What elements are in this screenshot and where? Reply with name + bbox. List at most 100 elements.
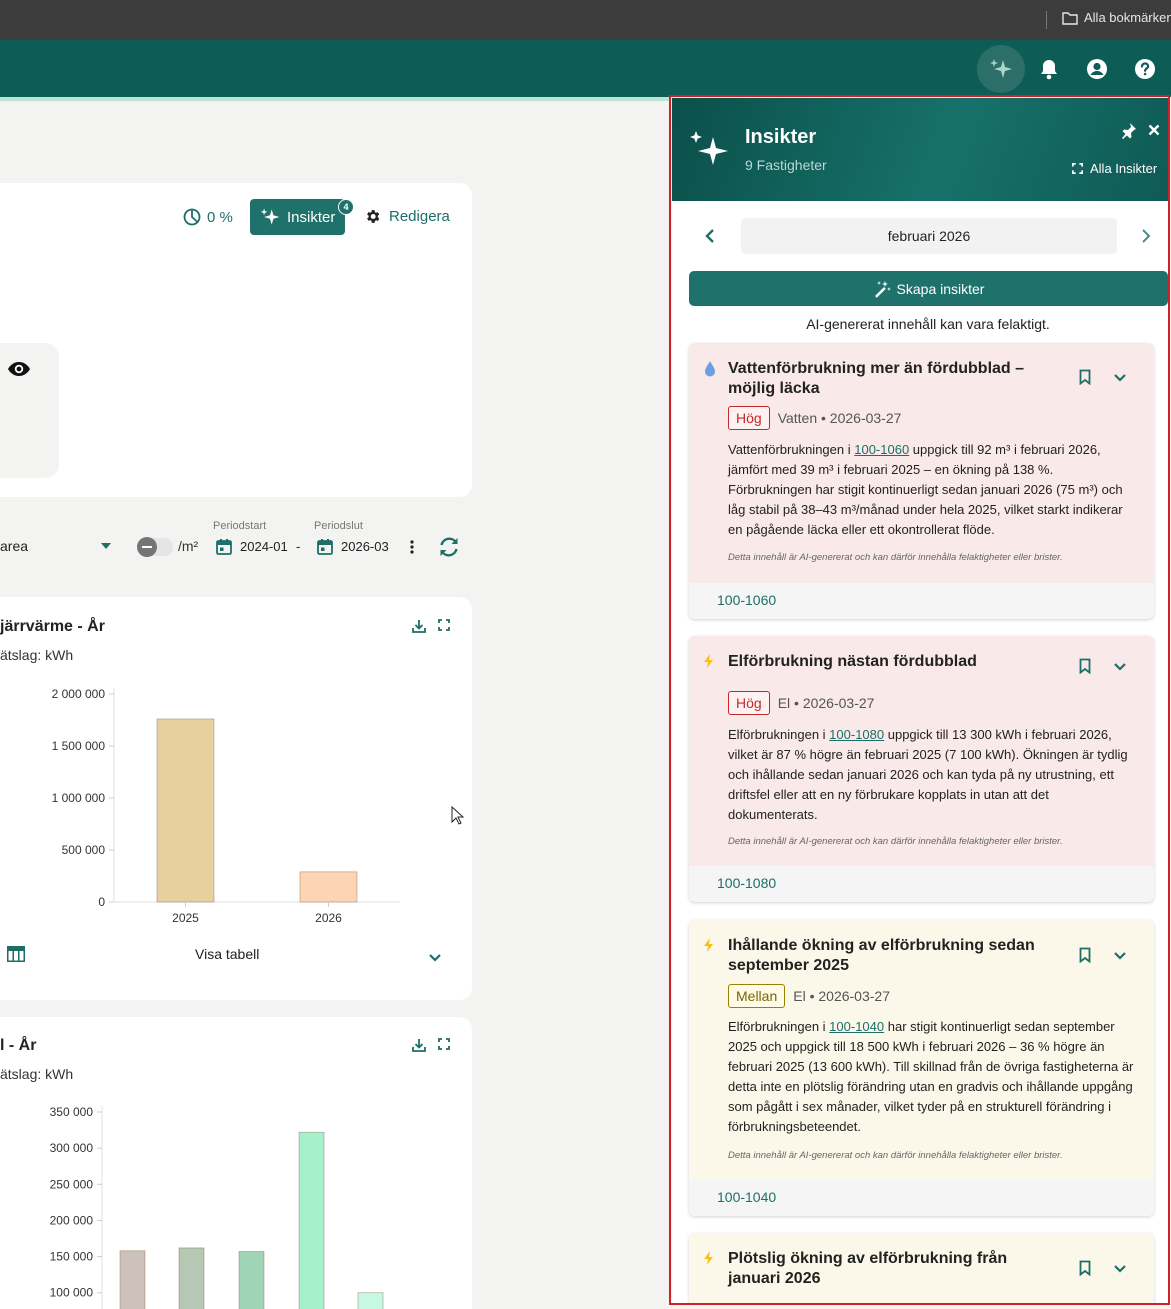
refresh-icon bbox=[440, 537, 458, 557]
y-tick-label: 200 000 bbox=[50, 1213, 94, 1227]
fullscreen-icon[interactable] bbox=[437, 1037, 451, 1051]
help-icon bbox=[1135, 59, 1155, 79]
electricity-bar-chart: 350 000 300 000 250 000 200 000 150 000 100 0… bbox=[50, 1105, 384, 1309]
insights-panel-header: Insikter 9 Fastigheter Alla Insikter bbox=[672, 98, 1168, 201]
mouse-cursor-icon bbox=[451, 806, 465, 825]
next-month-button[interactable] bbox=[1140, 228, 1152, 249]
notifications-button[interactable] bbox=[1025, 45, 1073, 93]
property-link[interactable]: 100-1040 bbox=[829, 1019, 884, 1034]
chevron-down-icon[interactable] bbox=[1113, 662, 1127, 672]
create-insights-button[interactable]: Skapa insikter bbox=[689, 271, 1168, 306]
ai-disclaimer: Detta innehåll är AI-genererat och kan d… bbox=[728, 836, 1063, 847]
insight-category-date: El • 2026-03-27 bbox=[777, 695, 875, 711]
bookmark-icon[interactable] bbox=[1079, 1260, 1091, 1276]
y-tick-label: 1 000 000 bbox=[52, 791, 106, 805]
property-link[interactable]: 100-1080 bbox=[829, 727, 884, 742]
more-vert-icon bbox=[410, 540, 414, 554]
chevron-down-icon[interactable] bbox=[1113, 373, 1127, 383]
bar[interactable] bbox=[299, 871, 358, 903]
insights-count-badge: 4 bbox=[338, 199, 354, 215]
magic-wand-icon bbox=[874, 280, 891, 298]
all-insights-button[interactable]: Alla Insikter bbox=[1071, 161, 1157, 176]
all-insights-label: Alla Insikter bbox=[1090, 161, 1158, 176]
property-link[interactable]: 100-1060 bbox=[854, 442, 909, 457]
ai-disclaimer: Detta innehåll är AI-genererat och kan d… bbox=[728, 552, 1063, 563]
progress-indicator[interactable]: 0 % bbox=[183, 208, 233, 226]
show-table-toggle[interactable]: Visa tabell bbox=[195, 946, 259, 962]
x-tick-label: 2025 bbox=[172, 911, 199, 925]
y-tick-label: 0 bbox=[98, 895, 105, 909]
insights-toggle-button[interactable] bbox=[977, 45, 1025, 93]
insight-card[interactable]: Ihållande ökning av elförbrukning sedan … bbox=[689, 920, 1154, 1216]
insight-meta: Hög Vatten • 2026-03-27 bbox=[728, 406, 901, 430]
eye-icon bbox=[8, 362, 30, 376]
bar[interactable] bbox=[238, 1251, 265, 1309]
bookmark-icon[interactable] bbox=[1079, 947, 1091, 963]
download-icon[interactable] bbox=[411, 618, 427, 634]
insight-title: Elförbrukning nästan fördubblad bbox=[728, 653, 977, 670]
period-start-value: 2024-01 bbox=[240, 539, 288, 554]
more-options-button[interactable] bbox=[410, 540, 414, 559]
insight-description: Elförbrukningen i 100-1040 har stigit ko… bbox=[728, 1019, 1134, 1134]
bookmark-icon[interactable] bbox=[1079, 658, 1091, 674]
progress-label: 0 % bbox=[207, 208, 233, 226]
property-id: 100-1040 bbox=[717, 1189, 777, 1205]
bar[interactable] bbox=[119, 1250, 146, 1309]
pin-panel-button[interactable] bbox=[1119, 122, 1137, 145]
chevron-down-icon[interactable] bbox=[1113, 1264, 1127, 1274]
bookmark-icon[interactable] bbox=[1079, 369, 1091, 385]
chart1-title: järrvärme - År bbox=[0, 618, 105, 635]
insight-card[interactable]: Vattenförbrukning mer än fördubblad – mö… bbox=[689, 343, 1154, 619]
calendar-icon bbox=[216, 539, 232, 555]
fullscreen-icon[interactable] bbox=[437, 618, 451, 632]
lightning-icon bbox=[704, 938, 713, 952]
bar[interactable] bbox=[156, 718, 215, 903]
insight-card[interactable]: Plötslig ökning av elförbrukning från ja… bbox=[689, 1233, 1154, 1303]
area-select[interactable]: area bbox=[0, 538, 28, 554]
download-icon[interactable] bbox=[411, 1037, 427, 1053]
insight-footer[interactable]: 100-1080 bbox=[689, 866, 1154, 902]
y-tick-label: 350 000 bbox=[50, 1105, 94, 1119]
refresh-button[interactable] bbox=[437, 535, 461, 564]
sparkle-icon bbox=[990, 59, 1012, 78]
lightning-icon bbox=[704, 1251, 713, 1265]
insight-footer[interactable]: 100-1040 bbox=[689, 1180, 1154, 1216]
period-end-field[interactable]: 2026-03 bbox=[317, 538, 389, 555]
all-bookmarks-button[interactable]: Alla bokmärken bbox=[1062, 10, 1171, 25]
per-m2-label: /m² bbox=[178, 538, 199, 554]
pin-icon bbox=[1122, 123, 1136, 139]
bar[interactable] bbox=[178, 1247, 205, 1309]
gear-icon bbox=[367, 210, 380, 223]
show-table-expand[interactable] bbox=[428, 950, 442, 968]
per-m2-toggle-knob[interactable] bbox=[137, 537, 157, 557]
y-tick-label: 2 000 000 bbox=[52, 687, 106, 701]
chevron-right-icon bbox=[1142, 229, 1151, 243]
table-view-button[interactable] bbox=[6, 945, 26, 968]
severity-badge: Hög bbox=[728, 406, 770, 430]
sparkle-icon bbox=[690, 131, 728, 165]
insight-category-date: Vatten • 2026-03-27 bbox=[777, 410, 902, 426]
bar[interactable] bbox=[298, 1131, 325, 1309]
edit-button[interactable]: Redigera bbox=[364, 208, 450, 225]
chart1-subtitle: ätslag: kWh bbox=[0, 647, 74, 663]
area-dropdown-arrow-icon[interactable] bbox=[101, 543, 111, 549]
period-end-label: Periodslut bbox=[314, 520, 363, 532]
visibility-button[interactable] bbox=[7, 360, 31, 383]
calendar-icon bbox=[317, 539, 333, 555]
chart1-actions bbox=[411, 618, 451, 634]
close-panel-button[interactable] bbox=[1148, 123, 1160, 141]
period-start-field[interactable]: 2024-01 bbox=[216, 538, 288, 555]
bar[interactable] bbox=[357, 1292, 384, 1309]
help-button[interactable] bbox=[1121, 45, 1169, 93]
insight-card[interactable]: Elförbrukning nästan fördubblad Hög El •… bbox=[689, 636, 1154, 902]
insights-button-label: Insikter bbox=[287, 208, 336, 226]
previous-month-button[interactable] bbox=[704, 228, 716, 249]
ai-disclaimer: Detta innehåll är AI-genererat och kan d… bbox=[728, 1150, 1063, 1161]
account-button[interactable] bbox=[1073, 45, 1121, 93]
insight-footer[interactable]: 100-1060 bbox=[689, 583, 1154, 619]
insights-button[interactable]: Insikter bbox=[250, 199, 345, 235]
chevron-down-icon[interactable] bbox=[1113, 951, 1127, 961]
browser-bookmarks-bar: Alla bokmärken bbox=[0, 0, 1171, 40]
severity-badge: Hög bbox=[728, 691, 770, 715]
month-selector[interactable]: februari 2026 bbox=[741, 218, 1117, 254]
